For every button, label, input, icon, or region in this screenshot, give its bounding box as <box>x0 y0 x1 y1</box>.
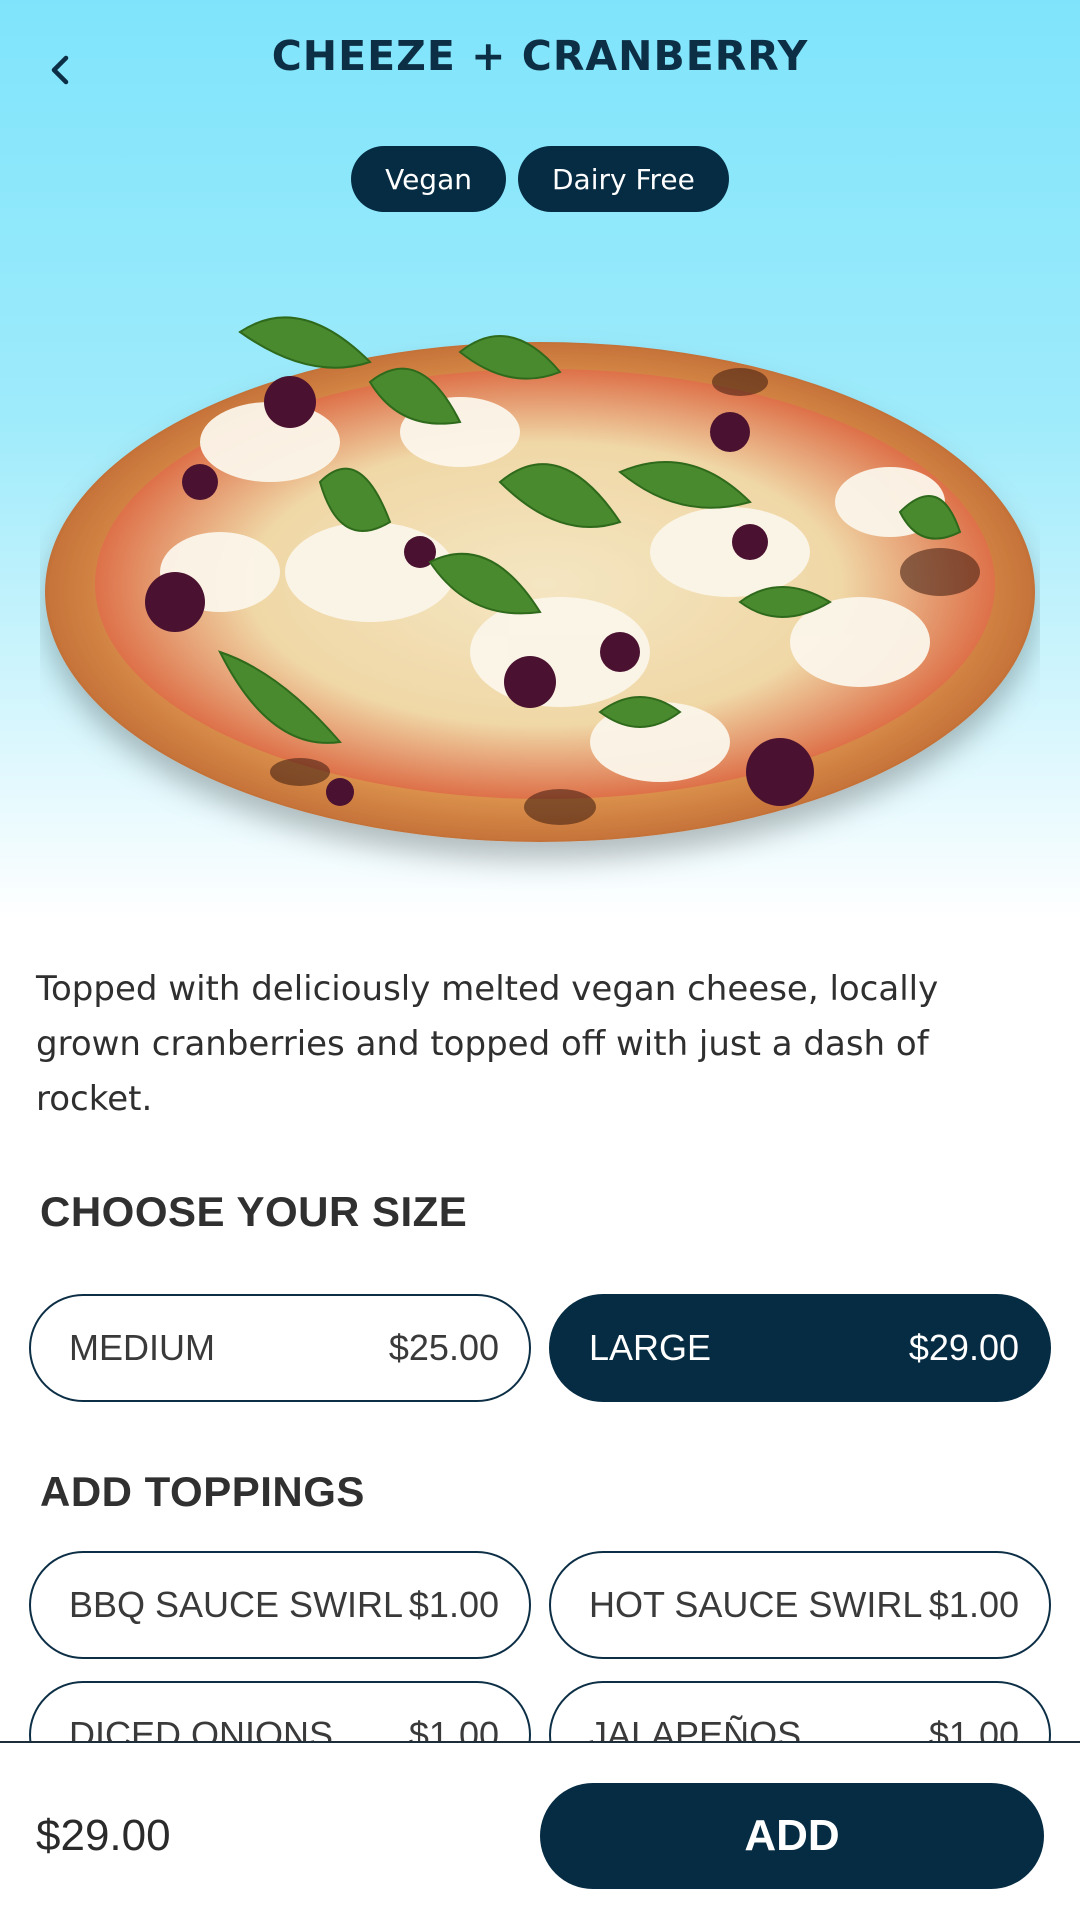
topping-option-price: $1.00 <box>928 1584 1019 1625</box>
tag-dairy-free: Dairy Free <box>517 146 729 212</box>
topping-option-label: BBQ SAUCE SWIRL <box>69 1584 404 1625</box>
size-option-label: LARGE <box>589 1327 712 1368</box>
toppings-section-title: ADD TOPPINGS <box>40 1468 365 1515</box>
topping-option-hot-sauce-swirl[interactable]: HOT SAUCE SWIRL $1.00 <box>549 1551 1051 1659</box>
size-option-label: MEDIUM <box>69 1327 215 1368</box>
tag-vegan: Vegan <box>351 146 506 212</box>
size-option-large[interactable]: LARGE $29.00 <box>549 1294 1051 1402</box>
dietary-tags: Vegan Dairy Free <box>0 146 1080 212</box>
total-price: $29.00 <box>36 1811 171 1860</box>
bottom-bar: $29.00 ADD <box>0 1741 1080 1922</box>
size-option-price: $29.00 <box>908 1327 1019 1368</box>
size-section-title: CHOOSE YOUR SIZE <box>40 1188 468 1235</box>
page-title: CHEEZE + CRANBERRY <box>271 32 809 80</box>
size-option-medium[interactable]: MEDIUM $25.00 <box>29 1294 531 1402</box>
topping-option-price: $1.00 <box>408 1584 499 1625</box>
hero-section: CHEEZE + CRANBERRY Vegan Dairy Free <box>0 0 1080 920</box>
topping-option-label: HOT SAUCE SWIRL <box>589 1584 923 1625</box>
pizza-photo <box>40 272 1040 892</box>
product-description: Topped with deliciously melted vegan che… <box>36 969 939 1119</box>
size-option-price: $25.00 <box>388 1327 499 1368</box>
add-to-cart-button[interactable]: ADD <box>540 1783 1044 1889</box>
topping-option-bbq-sauce-swirl[interactable]: BBQ SAUCE SWIRL $1.00 <box>29 1551 531 1659</box>
